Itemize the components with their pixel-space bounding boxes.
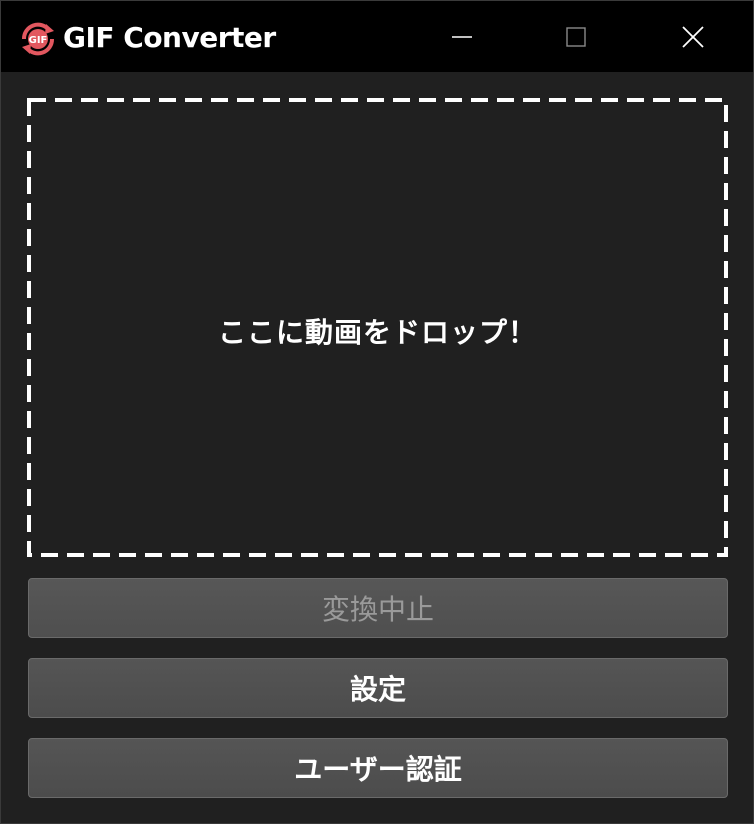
user-auth-button[interactable]: ユーザー認証: [28, 738, 728, 798]
title-bar[interactable]: GIF GIF Converter: [1, 1, 753, 72]
gif-convert-icon: GIF: [21, 22, 55, 56]
window-title: GIF Converter: [63, 21, 276, 54]
close-icon: [682, 25, 704, 48]
settings-button[interactable]: 設定: [28, 658, 728, 718]
minimize-button[interactable]: [407, 1, 517, 72]
maximize-icon: [566, 26, 586, 47]
maximize-button[interactable]: [521, 1, 631, 72]
drop-zone-label: ここに動画をドロップ！: [217, 315, 537, 349]
video-drop-zone[interactable]: ここに動画をドロップ！: [27, 98, 728, 557]
app-window: GIF GIF Converter ここに動画をドロップ！ 変換中止 設定 ユー…: [0, 0, 754, 824]
icon-label: GIF: [29, 35, 48, 46]
minimize-icon: [452, 35, 472, 38]
close-button[interactable]: [638, 1, 748, 72]
stop-conversion-button[interactable]: 変換中止: [28, 578, 728, 638]
